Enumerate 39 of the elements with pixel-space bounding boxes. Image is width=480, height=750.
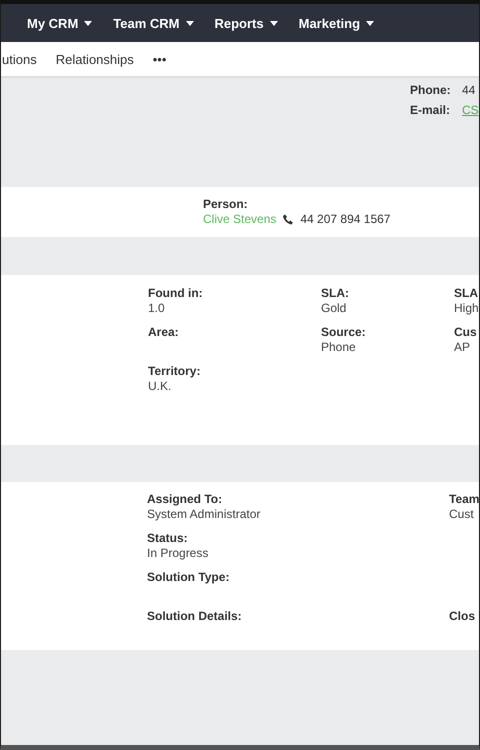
- caret-icon: [84, 20, 92, 26]
- field-label: Territory:: [148, 364, 202, 378]
- caret-icon: [366, 20, 374, 26]
- field-value: U.K.: [148, 379, 172, 393]
- field-label: Status:: [147, 531, 189, 545]
- field-label: Person:: [203, 197, 249, 211]
- field-value: Gold: [321, 301, 348, 315]
- field-label: Source:: [321, 325, 367, 339]
- contact-label: Phone:: [410, 83, 452, 97]
- field-label: Clos: [449, 609, 476, 623]
- caret-icon: [270, 20, 278, 26]
- field-label: Area:: [148, 325, 180, 339]
- field-label: Solution Details:: [147, 609, 243, 623]
- field-value: AP: [454, 340, 472, 354]
- field-value: Cust: [449, 507, 475, 521]
- field-label: SLA: [454, 286, 479, 300]
- more-tab[interactable]: •••: [152, 52, 166, 66]
- contact-value: 44: [462, 83, 476, 97]
- field-label: SLA:: [321, 286, 350, 300]
- field-label: Solution Type:: [147, 570, 230, 584]
- caret-icon: [186, 20, 194, 26]
- field-value: System Administrator: [147, 507, 262, 521]
- tab[interactable]: utions: [2, 52, 37, 66]
- field-value: 1.0: [148, 301, 166, 315]
- contact-label: E-mail:: [410, 103, 452, 117]
- nav-menu[interactable]: Reports: [214, 16, 299, 30]
- nav-menu[interactable]: Marketing: [298, 16, 396, 30]
- tab[interactable]: Relationships: [56, 52, 134, 66]
- phone-icon: [283, 214, 294, 224]
- field-label: Found in:: [148, 286, 204, 300]
- field-value: Phone: [321, 340, 357, 354]
- nav-menu[interactable]: My CRM: [27, 16, 114, 30]
- field-label: Assigned To:: [147, 492, 224, 506]
- field-label: Cus: [454, 325, 478, 339]
- field-value: In Progress: [147, 546, 210, 560]
- nav-menu[interactable]: Team CRM: [113, 16, 214, 30]
- field-label: Team: [449, 492, 479, 506]
- field-value: High: [454, 301, 479, 315]
- phone-number: 44 207 894 1567: [300, 212, 390, 226]
